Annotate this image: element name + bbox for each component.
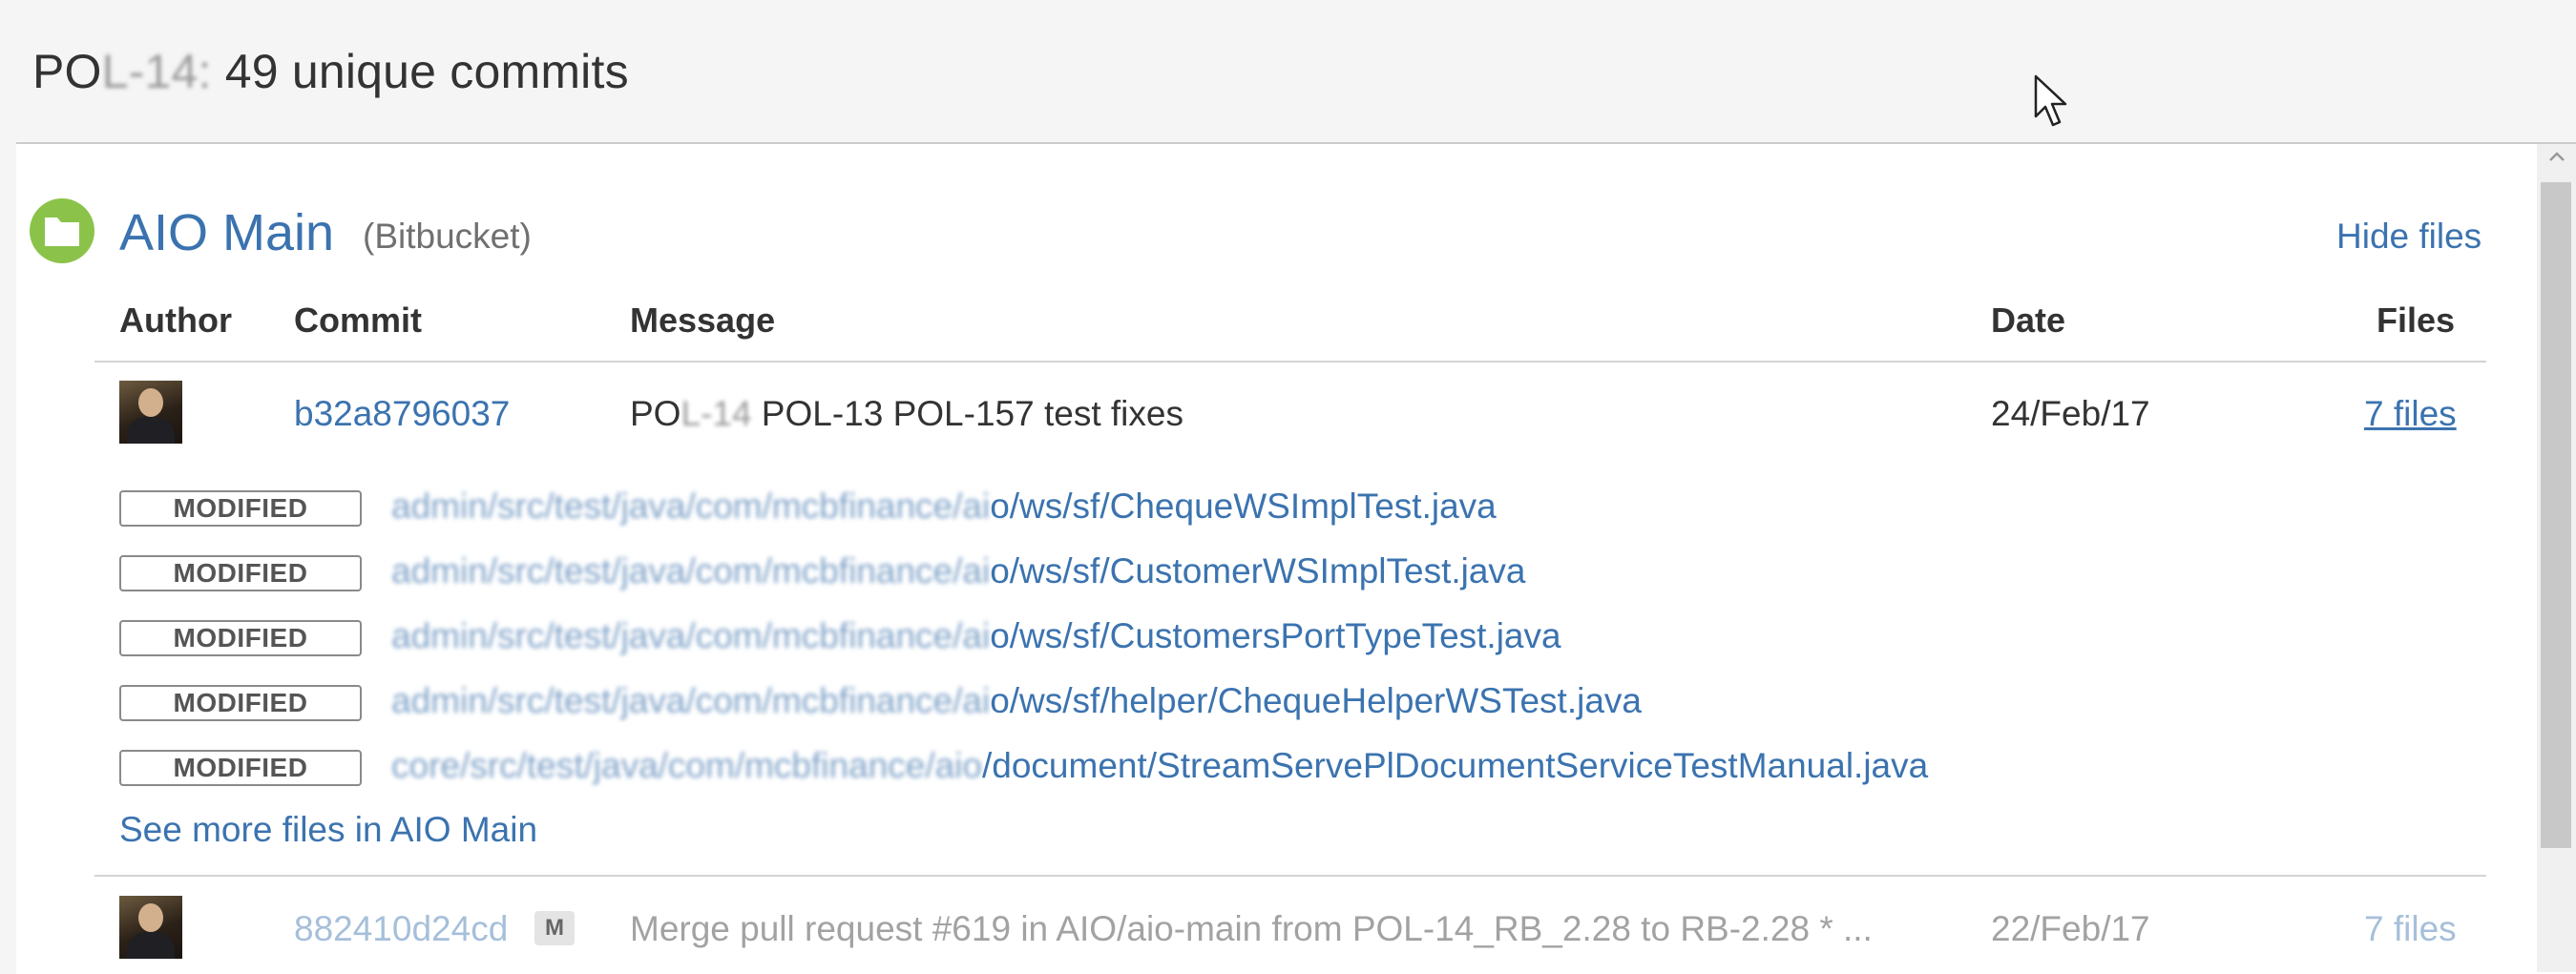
commit-hash-link[interactable]: 882410d24cd (294, 909, 508, 949)
status-badge: MODIFIED (119, 685, 362, 721)
avatar[interactable] (119, 896, 182, 959)
hide-files-link[interactable]: Hide files (2336, 217, 2482, 257)
scroll-up-arrow-icon[interactable] (2547, 148, 2566, 167)
avatar[interactable] (119, 381, 182, 444)
repository-source: (Bitbucket) (363, 217, 532, 256)
file-path-link[interactable]: core/src/test/java/com/mcbfinance/aio/do… (391, 746, 1928, 786)
file-path-link[interactable]: admin/src/test/java/com/mcbfinance/aio/w… (391, 551, 1526, 591)
commit-message: POL-14 POL-13 POL-157 test fixes (630, 394, 1183, 433)
column-header-date: Date (1991, 300, 2066, 340)
file-path-link[interactable]: admin/src/test/java/com/mcbfinance/aio/w… (391, 681, 1642, 721)
files-count-link[interactable]: 7 files (2364, 909, 2457, 949)
commit-date: 22/Feb/17 (1991, 909, 2150, 948)
dialog-header: POL-14: 49 unique commits (0, 0, 2576, 143)
merge-badge: M (534, 911, 575, 945)
column-header-commit: Commit (294, 300, 422, 340)
status-badge: MODIFIED (119, 750, 362, 786)
file-path-link[interactable]: admin/src/test/java/com/mcbfinance/aio/w… (391, 616, 1561, 656)
issue-key-redacted: L-14 (681, 394, 752, 433)
commit-hash-link[interactable]: b32a8796037 (294, 394, 510, 434)
column-header-message: Message (630, 300, 776, 340)
status-badge: MODIFIED (119, 490, 362, 527)
status-badge: MODIFIED (119, 620, 362, 656)
commit-count-text: 49 unique commits (211, 45, 629, 98)
commit-message: Merge pull request #619 in AIO/aio-main … (630, 909, 1873, 948)
repository-name-link[interactable]: AIO Main (119, 203, 334, 262)
column-header-author: Author (119, 300, 232, 340)
header-divider (94, 361, 2486, 363)
issue-key-visible: PO (32, 45, 102, 98)
files-count-link[interactable]: 7 files (2364, 394, 2457, 434)
status-badge: MODIFIED (119, 555, 362, 591)
scrollbar-thumb[interactable] (2541, 182, 2571, 848)
row-divider (94, 875, 2486, 877)
issue-key-redacted: L-14: (101, 45, 212, 98)
vertical-scrollbar[interactable] (2537, 144, 2576, 972)
file-path-link[interactable]: admin/src/test/java/com/mcbfinance/aio/w… (391, 487, 1497, 527)
commit-date: 24/Feb/17 (1991, 394, 2150, 433)
dialog-title: POL-14: 49 unique commits (32, 44, 629, 99)
mouse-cursor-icon (2034, 74, 2067, 127)
folder-icon (30, 198, 94, 263)
see-more-files-link[interactable]: See more files in AIO Main (119, 810, 537, 850)
column-header-files: Files (2377, 300, 2456, 340)
